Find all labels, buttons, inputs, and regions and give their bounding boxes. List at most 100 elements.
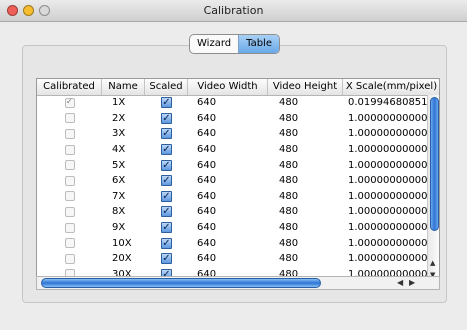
video-height-cell: 480: [279, 253, 299, 265]
video-width-cell: 640: [197, 97, 217, 109]
scroll-right-arrow-icon[interactable]: ▶: [409, 277, 415, 289]
col-header-name[interactable]: Name: [102, 79, 145, 95]
x-scale-cell: 1.000000000000: [348, 190, 427, 202]
table-row[interactable]: 20X ✓ 640 480 1.000000000000: [37, 251, 427, 267]
horizontal-scrollbar[interactable]: ◀ ▶: [36, 276, 440, 290]
video-height-cell: 480: [279, 222, 299, 234]
col-header-video-width[interactable]: Video Width: [188, 79, 268, 95]
video-height-cell: 480: [279, 190, 299, 202]
table-row[interactable]: 2X ✓ 640 480 1.000000000000: [37, 111, 427, 127]
calibrated-cell: ✓: [37, 97, 102, 108]
table-row[interactable]: 6X ✓ 640 480 1.000000000000: [37, 173, 427, 189]
table-row[interactable]: 8X ✓ 640 480 1.000000000000: [37, 204, 427, 220]
calibrated-checkbox[interactable]: [64, 113, 75, 124]
name-cell: 8X: [112, 206, 126, 218]
calibrated-cell: [37, 238, 102, 249]
window-title: Calibration: [203, 4, 264, 17]
vertical-scrollbar[interactable]: ▲ ▼: [427, 95, 439, 289]
video-width-cell: 640: [197, 175, 217, 187]
name-cell: 4X: [112, 144, 126, 156]
x-scale-cell: 1.000000000000: [348, 144, 427, 156]
scaled-checkbox[interactable]: ✓: [161, 175, 172, 187]
calibrated-checkbox[interactable]: [64, 128, 75, 139]
scaled-checkbox[interactable]: ✓: [161, 128, 172, 140]
table-row[interactable]: 7X ✓ 640 480 1.000000000000: [37, 189, 427, 205]
scaled-cell: ✓: [145, 97, 188, 109]
scaled-checkbox[interactable]: ✓: [161, 206, 172, 218]
table-header: Calibrated Name Scaled Video Width Video…: [37, 79, 439, 96]
x-scale-cell: 1.000000000000: [348, 112, 427, 124]
calibrated-checkbox[interactable]: [64, 175, 75, 186]
calibrated-cell: [37, 128, 102, 139]
scaled-cell: ✓: [145, 128, 188, 140]
calibrated-cell: [37, 160, 102, 171]
table-row[interactable]: 9X ✓ 640 480 1.000000000000: [37, 220, 427, 236]
scaled-cell: ✓: [145, 253, 188, 265]
col-header-scaled[interactable]: Scaled: [145, 79, 188, 95]
video-width-cell: 640: [197, 112, 217, 124]
video-height-cell: 480: [279, 237, 299, 249]
video-height-cell: 480: [279, 112, 299, 124]
scaled-cell: ✓: [145, 112, 188, 124]
scaled-checkbox[interactable]: ✓: [161, 237, 172, 249]
calibrated-checkbox[interactable]: [64, 160, 75, 171]
x-scale-cell: 1.000000000000: [348, 237, 427, 249]
name-cell: 5X: [112, 159, 126, 171]
scaled-checkbox[interactable]: ✓: [161, 97, 172, 109]
scaled-cell: ✓: [145, 175, 188, 187]
calibrated-checkbox[interactable]: [64, 253, 75, 264]
name-cell: 7X: [112, 190, 126, 202]
calibrated-cell: [37, 191, 102, 202]
name-cell: 10X: [112, 237, 132, 249]
calibrated-checkbox[interactable]: ✓: [64, 97, 75, 108]
video-height-cell: 480: [279, 128, 299, 140]
calibration-table: Calibrated Name Scaled Video Width Video…: [36, 78, 440, 290]
horizontal-scroll-thumb[interactable]: [41, 278, 321, 288]
x-scale-cell: 1.000000000000: [348, 253, 427, 265]
scaled-cell: ✓: [145, 159, 188, 171]
table-row[interactable]: 10X ✓ 640 480 1.000000000000: [37, 235, 427, 251]
scaled-checkbox[interactable]: ✓: [161, 112, 172, 124]
calibrated-cell: [37, 113, 102, 124]
video-width-cell: 640: [197, 159, 217, 171]
table-row[interactable]: 5X ✓ 640 480 1.000000000000: [37, 157, 427, 173]
name-cell: 2X: [112, 112, 126, 124]
video-width-cell: 640: [197, 237, 217, 249]
video-width-cell: 640: [197, 128, 217, 140]
col-header-x-scale[interactable]: X Scale(mm/pixel): [343, 79, 439, 95]
x-scale-cell: 1.000000000000: [348, 206, 427, 218]
table-body: ✓ 1X ✓ 640 480 0.019946808510 2X ✓ 640 480 1.00000…: [37, 95, 427, 282]
name-cell: 9X: [112, 222, 126, 234]
scaled-cell: ✓: [145, 190, 188, 202]
calibrated-checkbox[interactable]: [64, 206, 75, 217]
scaled-cell: ✓: [145, 237, 188, 249]
calibrated-cell: [37, 144, 102, 155]
scaled-checkbox[interactable]: ✓: [161, 190, 172, 202]
scaled-checkbox[interactable]: ✓: [161, 222, 172, 234]
segment-wizard[interactable]: Wizard: [190, 35, 238, 53]
video-width-cell: 640: [197, 190, 217, 202]
table-row[interactable]: 3X ✓ 640 480 1.000000000000: [37, 126, 427, 142]
name-cell: 20X: [112, 253, 132, 265]
col-header-video-height[interactable]: Video Height: [268, 79, 343, 95]
table-row[interactable]: ✓ 1X ✓ 640 480 0.019946808510: [37, 95, 427, 111]
col-header-calibrated[interactable]: Calibrated: [37, 79, 102, 95]
calibrated-checkbox[interactable]: [64, 144, 75, 155]
table-row[interactable]: 4X ✓ 640 480 1.000000000000: [37, 142, 427, 158]
scaled-checkbox[interactable]: ✓: [161, 253, 172, 265]
scaled-checkbox[interactable]: ✓: [161, 159, 172, 171]
calibrated-checkbox[interactable]: [64, 222, 75, 233]
calibrated-cell: [37, 175, 102, 186]
video-width-cell: 640: [197, 253, 217, 265]
vertical-scroll-thumb[interactable]: [430, 97, 439, 231]
segment-table[interactable]: Table: [238, 35, 279, 53]
scroll-up-arrow-icon[interactable]: ▲: [430, 259, 435, 267]
calibrated-cell: [37, 222, 102, 233]
x-scale-cell: 0.019946808510: [348, 97, 427, 109]
scroll-left-arrow-icon[interactable]: ◀: [397, 277, 403, 289]
video-width-cell: 640: [197, 144, 217, 156]
video-height-cell: 480: [279, 206, 299, 218]
calibrated-checkbox[interactable]: [64, 238, 75, 249]
scaled-checkbox[interactable]: ✓: [161, 144, 172, 156]
calibrated-checkbox[interactable]: [64, 191, 75, 202]
